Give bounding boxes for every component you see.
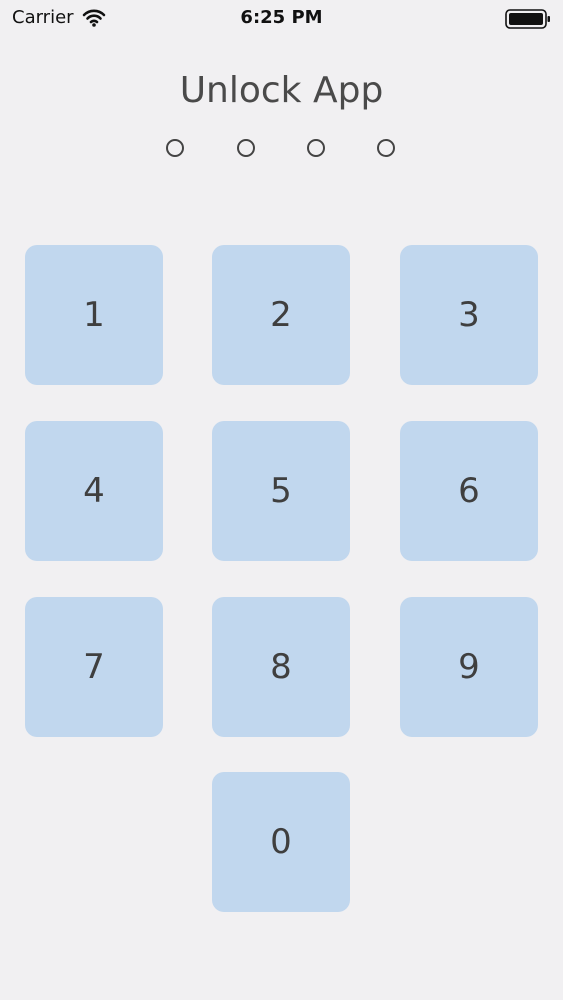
pin-indicator (0, 139, 563, 157)
key-4-button[interactable]: 4 (25, 421, 163, 561)
pin-dot (166, 139, 184, 157)
key-0-button[interactable]: 0 (212, 772, 350, 912)
pin-dot (307, 139, 325, 157)
status-bar: Carrier 6:25 PM (0, 0, 563, 38)
key-2-button[interactable]: 2 (212, 245, 350, 385)
key-3-button[interactable]: 3 (400, 245, 538, 385)
pin-dot (377, 139, 395, 157)
pin-dot (237, 139, 255, 157)
key-1-button[interactable]: 1 (25, 245, 163, 385)
key-7-button[interactable]: 7 (25, 597, 163, 737)
key-9-button[interactable]: 9 (400, 597, 538, 737)
key-6-button[interactable]: 6 (400, 421, 538, 561)
key-5-button[interactable]: 5 (212, 421, 350, 561)
key-8-button[interactable]: 8 (212, 597, 350, 737)
battery-icon (505, 9, 550, 29)
page-title: Unlock App (179, 70, 384, 111)
status-time: 6:25 PM (240, 7, 323, 28)
